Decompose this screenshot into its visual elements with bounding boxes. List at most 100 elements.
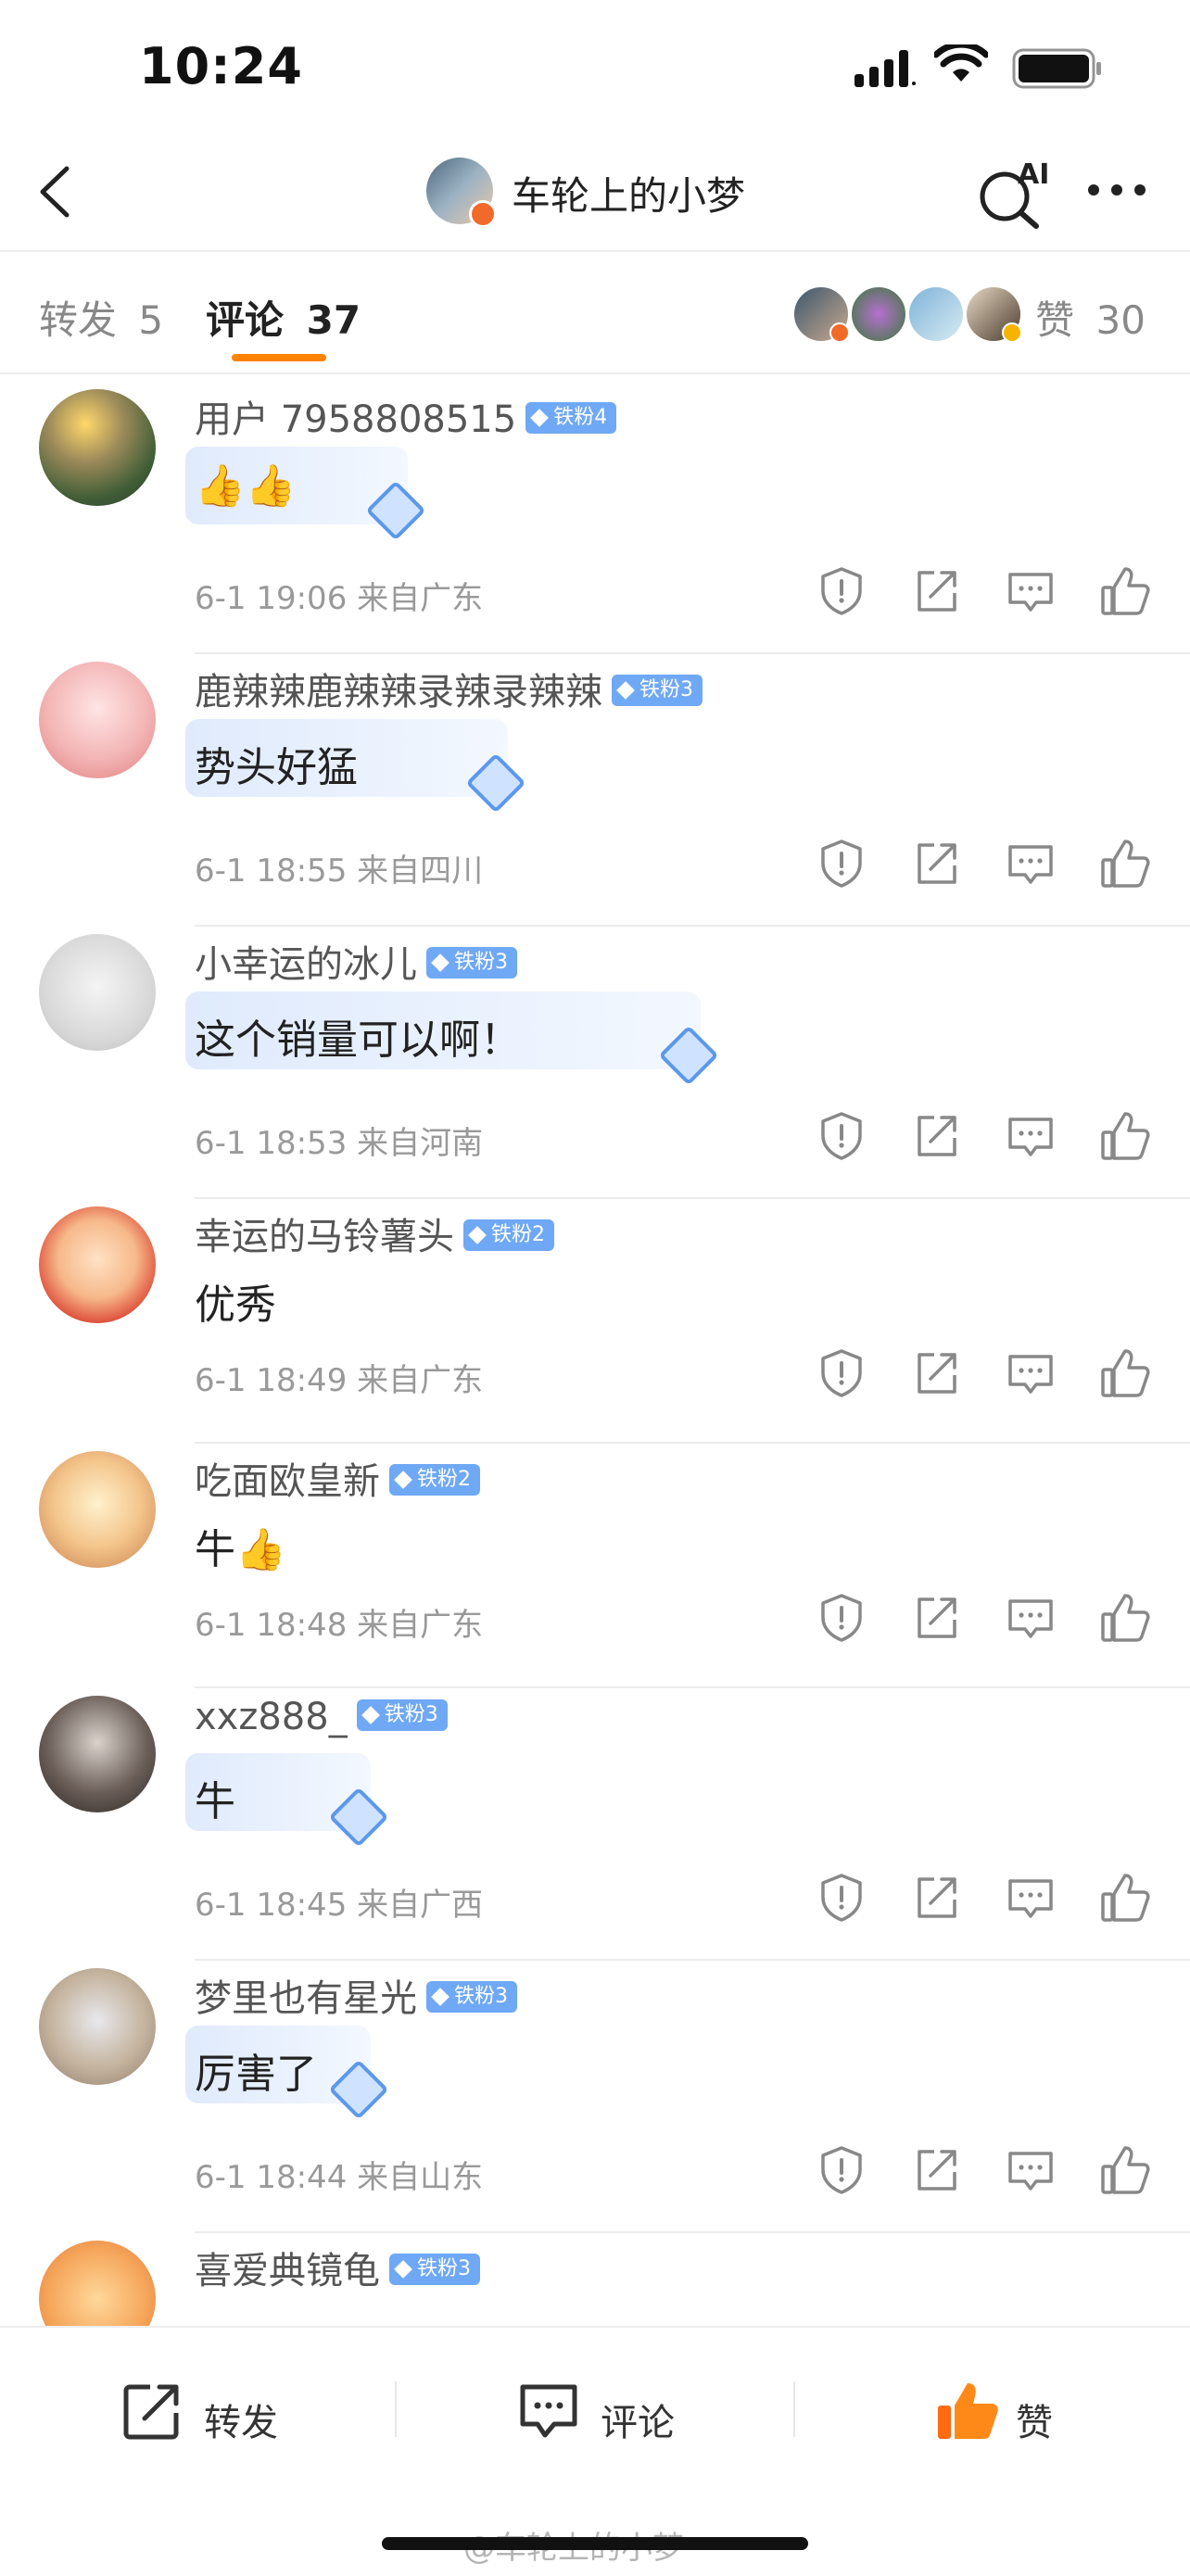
commenter-name-text: xxz888_ [195, 1696, 348, 1738]
comment-row[interactable]: 幸运的马铃薯头 铁粉2 优秀 6-1 18:49 来自广东 [0, 1197, 1190, 1442]
comment-row[interactable]: 吃面欧皇新 铁粉2 牛👍 6-1 18:48 来自广东 [0, 1442, 1190, 1686]
share-icon[interactable] [910, 1872, 962, 1924]
tab-repost[interactable]: 转发 5 [39, 289, 163, 346]
ai-search-icon[interactable]: AI [975, 156, 1049, 230]
fan-level-text: 铁粉3 [384, 1703, 438, 1726]
back-arrow-icon[interactable] [26, 159, 91, 224]
cellular-signal-icon [855, 50, 916, 87]
share-icon[interactable] [910, 2144, 962, 2196]
fan-level-text: 铁粉3 [639, 678, 693, 701]
tab-repost-label: 转发 [39, 297, 118, 343]
like-summary[interactable]: 赞 30 [1035, 289, 1146, 346]
home-indicator [382, 2537, 808, 2550]
comment-meta: 6-1 19:06 来自广东 [195, 580, 484, 617]
commenter-name[interactable]: 鹿辣辣鹿辣辣录辣录辣辣 铁粉3 [195, 662, 703, 715]
fan-level-badge: 铁粉3 [612, 675, 703, 706]
report-icon[interactable] [816, 2144, 867, 2196]
reply-icon[interactable] [1005, 2144, 1057, 2196]
commenter-name[interactable]: 喜爱典镜龟 铁粉3 [195, 2241, 480, 2294]
commenter-name-text: 鹿辣辣鹿辣辣录辣录辣辣 [195, 671, 602, 713]
commenter-name[interactable]: 幸运的马铃薯头 铁粉2 [195, 1206, 554, 1260]
thumbs-up-icon[interactable] [1099, 565, 1151, 617]
commenter-avatar[interactable] [39, 389, 156, 506]
report-icon[interactable] [816, 1110, 867, 1162]
comment-actions [816, 1592, 1158, 1648]
commenter-name[interactable]: 用户 7958808515 铁粉4 [195, 389, 617, 443]
report-icon[interactable] [816, 565, 867, 617]
liker-avatar [850, 285, 907, 343]
comment-row[interactable]: xxz888_ 铁粉3 牛 6-1 18:45 来自广西 [0, 1686, 1190, 1959]
fan-level-text: 铁粉3 [454, 1985, 508, 2008]
share-icon[interactable] [910, 1347, 962, 1399]
diamond-icon [394, 1471, 412, 1489]
commenter-name[interactable]: xxz888_ 铁粉3 [195, 1696, 448, 1738]
fan-level-text: 铁粉3 [454, 951, 508, 974]
comment-actions [816, 565, 1158, 621]
comment-row[interactable]: 用户 7958808515 铁粉4 👍👍 6-1 19:06 来自广东 [0, 380, 1190, 652]
more-options-icon[interactable] [1084, 176, 1149, 204]
comment-text: 👍👍 [195, 462, 297, 510]
fan-level-badge: 铁粉3 [389, 2254, 480, 2285]
commenter-avatar[interactable] [39, 662, 156, 778]
verified-badge-icon [469, 200, 497, 228]
reply-icon[interactable] [1005, 1110, 1057, 1162]
thumbs-up-icon[interactable] [1099, 1347, 1151, 1399]
reply-icon[interactable] [1005, 838, 1057, 890]
thumbs-up-icon [938, 2383, 998, 2439]
fan-level-text: 铁粉3 [417, 2257, 471, 2280]
thumbs-up-icon[interactable] [1099, 1110, 1151, 1162]
fan-level-text: 铁粉4 [553, 406, 608, 429]
tab-comments-label: 评论 [206, 297, 285, 343]
report-icon[interactable] [816, 838, 867, 890]
commenter-name-text: 梦里也有星光 [195, 1977, 417, 2020]
thumbs-up-icon[interactable] [1099, 2144, 1151, 2196]
thumbs-up-icon[interactable] [1099, 838, 1151, 890]
liker-avatar [965, 285, 1022, 343]
diamond-icon [468, 1226, 487, 1244]
comment-row[interactable]: 梦里也有星光 铁粉3 厉害了 6-1 18:44 来自山东 [0, 1959, 1190, 2231]
comment-text: 优秀 [195, 1282, 276, 1329]
like-summary-label: 赞 [1035, 297, 1075, 343]
share-icon[interactable] [910, 838, 962, 890]
reply-icon[interactable] [1005, 1347, 1057, 1399]
reply-icon[interactable] [1005, 1592, 1057, 1644]
comment-actions [816, 1110, 1158, 1166]
comment-actions [816, 838, 1158, 893]
comment-text: 牛👍 [195, 1526, 286, 1573]
comment-row[interactable]: 鹿辣辣鹿辣辣录辣录辣辣 铁粉3 势头好猛 6-1 18:55 来自四川 [0, 652, 1190, 925]
commenter-name-text: 喜爱典镜龟 [195, 2250, 380, 2292]
thumbs-up-icon[interactable] [1099, 1592, 1151, 1644]
thumbs-up-icon[interactable] [1099, 1872, 1151, 1924]
commenter-avatar[interactable] [39, 1696, 156, 1812]
commenter-name[interactable]: 梦里也有星光 铁粉3 [195, 1968, 517, 2022]
page-title[interactable]: 车轮上的小梦 [512, 165, 745, 221]
author-avatar[interactable] [426, 158, 497, 228]
commenter-avatar[interactable] [39, 1206, 156, 1323]
commenter-name-text: 吃面欧皇新 [195, 1460, 380, 1503]
share-icon[interactable] [910, 565, 962, 617]
commenter-avatar[interactable] [39, 934, 156, 1051]
comment-meta: 6-1 18:49 来自广东 [195, 1362, 484, 1399]
battery-icon [1012, 48, 1101, 89]
share-icon[interactable] [910, 1592, 962, 1644]
bottom-separator [395, 2381, 397, 2437]
report-icon[interactable] [816, 1592, 867, 1644]
report-icon[interactable] [816, 1872, 867, 1924]
commenter-name[interactable]: 小幸运的冰儿 铁粉3 [195, 934, 517, 988]
comment-label: 评论 [601, 2402, 675, 2444]
liker-avatar [907, 285, 965, 343]
comment-actions [816, 1347, 1158, 1403]
share-icon[interactable] [910, 1110, 962, 1162]
fan-level-badge: 铁粉3 [356, 1699, 448, 1731]
tab-bar: 转发 5 评论 37 赞 30 [0, 252, 1190, 373]
like-summary-count: 30 [1095, 297, 1146, 343]
comment-row[interactable]: 小幸运的冰儿 铁粉3 这个销量可以啊！ 6-1 18:53 来自河南 [0, 925, 1190, 1197]
report-icon[interactable] [816, 1347, 867, 1399]
reply-icon[interactable] [1005, 565, 1057, 617]
commenter-avatar[interactable] [39, 1968, 156, 2085]
commenter-avatar[interactable] [39, 1451, 156, 1568]
reply-icon[interactable] [1005, 1872, 1057, 1924]
wifi-icon [934, 44, 988, 82]
commenter-name[interactable]: 吃面欧皇新 铁粉2 [195, 1451, 480, 1505]
tab-comments[interactable]: 评论 37 [206, 289, 361, 346]
